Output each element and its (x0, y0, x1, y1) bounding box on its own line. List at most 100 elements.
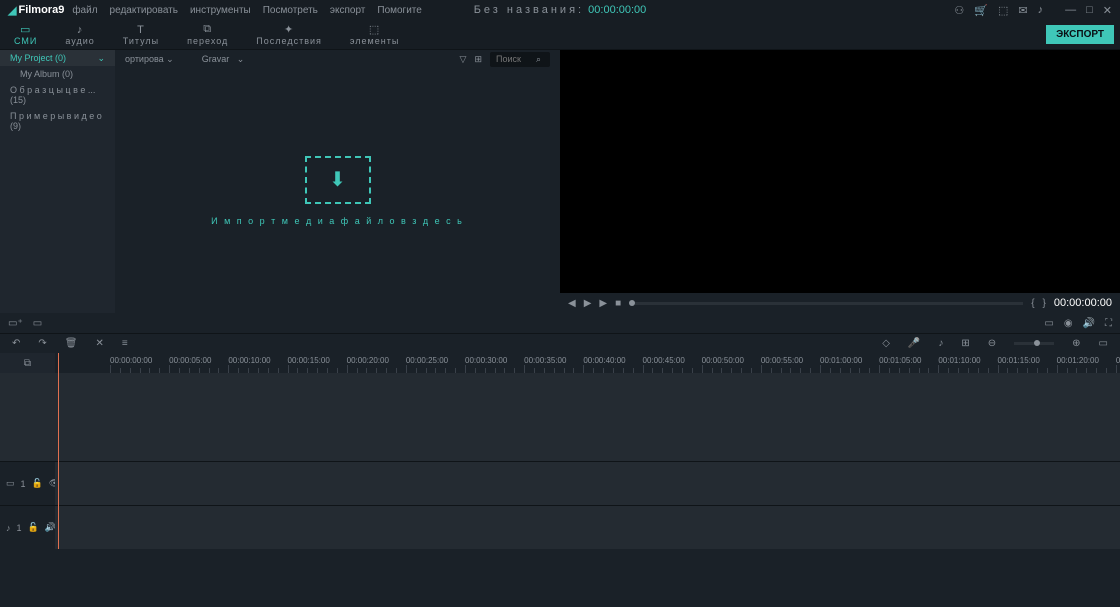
media-sidebar: My Project (0)⌄ My Album (0) О б р а з ц… (0, 50, 115, 313)
minimize-icon[interactable]: — (1065, 4, 1076, 17)
grid-view-icon[interactable]: ⊞ (474, 54, 482, 65)
ruler-label: 00:00:00:00 (110, 356, 152, 365)
mixer-icon[interactable]: ♪ (938, 338, 943, 349)
stop-button[interactable]: ■ (615, 298, 621, 309)
menu-file[interactable]: файл (72, 5, 97, 16)
download-arrow-icon: ⬇ (329, 167, 346, 192)
tab-label: переход (187, 36, 228, 46)
split-icon[interactable]: ≡ (122, 338, 128, 349)
fullscreen-icon[interactable]: ⛶ (1105, 318, 1112, 329)
undo-icon[interactable]: ↶ (12, 338, 20, 349)
ruler-label: 00:00:45:00 (643, 356, 685, 365)
ruler-label: 00:00:30:00 (465, 356, 507, 365)
cart-icon[interactable]: 🛒 (974, 4, 988, 17)
media-panel: My Project (0)⌄ My Album (0) О б р а з ц… (0, 50, 560, 333)
dropzone-box: ⬇ (305, 156, 371, 204)
camera-icon[interactable]: ◉ (1064, 318, 1073, 329)
mark-out-icon[interactable]: } (1043, 298, 1046, 309)
play-button[interactable]: ▶ (584, 298, 592, 309)
video-track-header: ▭1 🔓 👁 (0, 478, 55, 489)
title-time: 00:00:00:00 (588, 4, 646, 16)
video-track-content[interactable] (55, 462, 1120, 505)
maximize-icon[interactable]: □ (1086, 4, 1093, 17)
sort-label: ортирова (125, 54, 164, 64)
search-icon[interactable]: ⌕ (536, 54, 541, 65)
menu-view[interactable]: Посмотреть (263, 5, 318, 16)
ruler-label: 00:00:40:00 (583, 356, 625, 365)
audio-track-header: ♪1 🔓 🔊 (0, 522, 55, 533)
ruler-label: 00:00:35:00 (524, 356, 566, 365)
render-icon[interactable]: ⊞ (961, 338, 969, 349)
ruler-label: 00:00:10:00 (228, 356, 270, 365)
ruler-label: 00:01:00:00 (820, 356, 862, 365)
new-folder-icon[interactable]: ▭⁺ (8, 318, 23, 329)
sort-dropdown[interactable]: ортирова ⌄ (125, 54, 174, 65)
zoom-slider[interactable] (1014, 342, 1054, 345)
bell-icon[interactable]: ♪ (1038, 4, 1044, 16)
effects-icon: ✦ (284, 23, 294, 36)
menu-help[interactable]: Помогите (377, 5, 421, 16)
mark-in-icon[interactable]: { (1031, 298, 1034, 309)
track-spacer (0, 373, 1120, 461)
tab-audio[interactable]: ♪аудио (51, 22, 108, 48)
sidebar-item-album[interactable]: My Album (0) (0, 66, 115, 82)
top-menubar: ◢ Filmora9 файл редактировать инструмент… (0, 0, 1120, 20)
redo-icon[interactable]: ↷ (38, 338, 46, 349)
folder-icon[interactable]: ▭ (33, 318, 42, 329)
timeline-manager-icon[interactable]: ⧉ (0, 353, 55, 373)
app-version: 9 (58, 4, 64, 16)
user-icon[interactable]: ⚇ (954, 4, 964, 17)
seek-handle[interactable] (629, 300, 635, 306)
audio-track: ♪1 🔓 🔊 (0, 505, 1120, 549)
mail-icon[interactable]: ✉ (1018, 4, 1027, 17)
prev-button[interactable]: ◀ (568, 298, 576, 309)
close-icon[interactable]: ✕ (1103, 4, 1112, 17)
tab-label: элементы (350, 36, 399, 46)
main-menu: файл редактировать инструменты Посмотрет… (72, 5, 422, 16)
sidebar-item-video-samples[interactable]: П р и м е р ы в и д е о (9) (0, 108, 115, 134)
project-title: Без названия: 00:00:00:00 (474, 4, 647, 16)
tab-elements[interactable]: ⬚элементы (336, 21, 413, 48)
playhead[interactable] (58, 353, 59, 549)
marker-icon[interactable]: ◇ (882, 338, 890, 349)
topbar-right: ⚇ 🛒 ⬚ ✉ ♪ — □ ✕ (954, 4, 1112, 17)
ruler-label: 00:00:15:00 (288, 356, 330, 365)
filter-icon[interactable]: ▽ (460, 54, 467, 65)
ruler-label: 00:01:10:00 (938, 356, 980, 365)
tab-effects[interactable]: ✦Последствия (242, 21, 336, 48)
seek-bar[interactable] (629, 302, 1023, 305)
app-logo: ◢ Filmora9 (8, 4, 64, 17)
menu-export[interactable]: экспорт (330, 5, 366, 16)
share-icon[interactable]: ⬚ (998, 4, 1008, 17)
lock-icon[interactable]: 🔓 (28, 522, 39, 533)
search-input[interactable] (496, 54, 536, 64)
next-button[interactable]: ▶ (599, 298, 607, 309)
zoom-in-icon[interactable]: ⊕ (1072, 338, 1080, 349)
tab-label: Последствия (256, 36, 322, 46)
snapshot-icon[interactable]: ▭ (1044, 318, 1053, 329)
import-dropzone[interactable]: ⬇ И м п о р т м е д и а ф а й л о в з д … (115, 68, 560, 313)
tab-media[interactable]: ▭СМИ (0, 21, 51, 48)
zoom-out-icon[interactable]: ⊖ (988, 338, 996, 349)
video-track-icon: ▭ (6, 478, 15, 489)
record-label: Gravar (202, 54, 230, 64)
export-button[interactable]: ЭКСПОРТ (1046, 25, 1114, 44)
menu-edit[interactable]: редактировать (110, 5, 178, 16)
mic-icon[interactable]: 🎤 (908, 338, 920, 349)
sidebar-item-color-samples[interactable]: О б р а з ц ы ц в е ... (15) (0, 82, 115, 108)
sidebar-item-project[interactable]: My Project (0)⌄ (0, 50, 115, 66)
record-dropdown[interactable]: Gravar ⌄ (202, 54, 245, 65)
ruler-label: 00:00:50:00 (702, 356, 744, 365)
ruler-label: 00:00:20:00 (347, 356, 389, 365)
zoom-handle[interactable] (1034, 340, 1040, 346)
cut-icon[interactable]: ✕ (95, 338, 103, 349)
tab-transitions[interactable]: ⧉переход (173, 21, 242, 48)
lock-icon[interactable]: 🔓 (32, 478, 43, 489)
tab-titles[interactable]: TТитулы (109, 22, 173, 48)
menu-tools[interactable]: инструменты (190, 5, 251, 16)
audio-track-icon: ♪ (6, 523, 11, 533)
volume-icon[interactable]: 🔊 (1083, 318, 1095, 329)
zoom-fit-icon[interactable]: ▭ (1099, 338, 1108, 349)
delete-icon[interactable]: 🗑 (65, 338, 78, 349)
audio-track-content[interactable] (55, 506, 1120, 549)
